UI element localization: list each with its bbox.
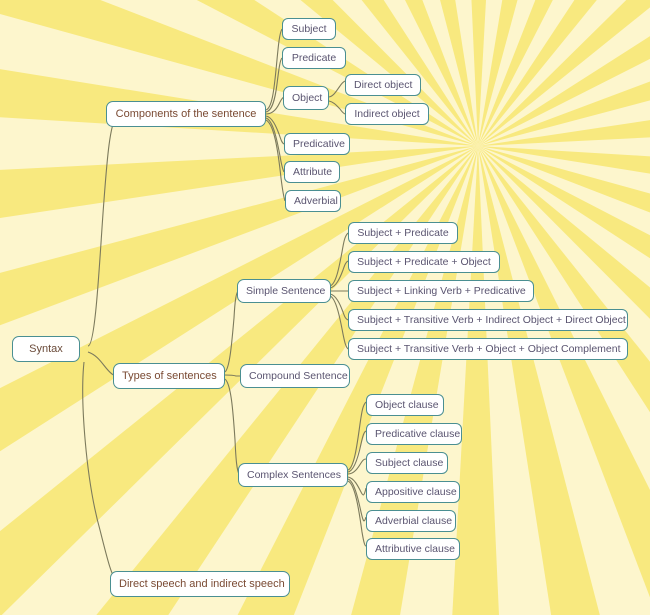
node-complex-sentences[interactable]: Complex Sentences	[238, 463, 348, 487]
node-direct-speech-and-indirect-speech[interactable]: Direct speech and indirect speech	[110, 571, 290, 597]
node-indirect-object[interactable]: Indirect object	[345, 103, 429, 125]
node-pattern-subject-linking-verb-predicative[interactable]: Subject + Linking Verb + Predicative	[348, 280, 534, 302]
node-object-clause[interactable]: Object clause	[366, 394, 444, 416]
node-adverbial[interactable]: Adverbial	[285, 190, 341, 212]
node-pattern-subject-transitive-object-complement[interactable]: Subject + Transitive Verb + Object + Obj…	[348, 338, 628, 360]
node-subject[interactable]: Subject	[282, 18, 336, 40]
node-types-of-sentences[interactable]: Types of sentences	[113, 363, 225, 389]
node-components-of-the-sentence[interactable]: Components of the sentence	[106, 101, 266, 127]
node-predicate[interactable]: Predicate	[282, 47, 346, 69]
node-object[interactable]: Object	[283, 86, 329, 110]
node-predicative[interactable]: Predicative	[284, 133, 350, 155]
node-compound-sentence[interactable]: Compound Sentence	[240, 364, 350, 388]
node-simple-sentence[interactable]: Simple Sentence	[237, 279, 331, 303]
node-adverbial-clause[interactable]: Adverbial clause	[366, 510, 456, 532]
node-appositive-clause[interactable]: Appositive clause	[366, 481, 460, 503]
node-attributive-clause[interactable]: Attributive clause	[366, 538, 460, 560]
node-pattern-subject-predicate[interactable]: Subject + Predicate	[348, 222, 458, 244]
node-pattern-subject-predicate-object[interactable]: Subject + Predicate + Object	[348, 251, 500, 273]
node-attribute[interactable]: Attribute	[284, 161, 340, 183]
mindmap-canvas: Syntax Components of the sentence Types …	[0, 0, 650, 615]
node-root-syntax[interactable]: Syntax	[12, 336, 80, 362]
node-subject-clause[interactable]: Subject clause	[366, 452, 448, 474]
node-direct-object[interactable]: Direct object	[345, 74, 421, 96]
node-pattern-subject-transitive-indirect-direct[interactable]: Subject + Transitive Verb + Indirect Obj…	[348, 309, 628, 331]
node-predicative-clause[interactable]: Predicative clause	[366, 423, 462, 445]
